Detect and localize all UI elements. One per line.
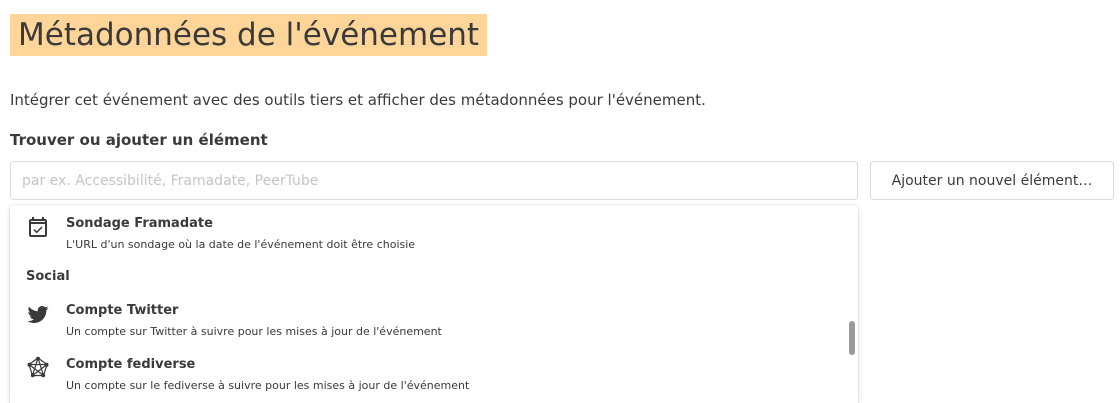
dropdown-scrollbar[interactable] [846,205,858,403]
dropdown-item-description: Un compte sur le fediverse à suivre pour… [66,379,470,392]
dropdown-item-description: L'URL d'un sondage où la date de l'événe… [66,238,416,251]
search-label: Trouver ou ajouter un élément [10,131,268,149]
dropdown-item-title: Compte fediverse [66,357,196,372]
dropdown-group-social: Social [26,269,70,284]
add-new-element-button[interactable]: Ajouter un nouvel élément… [870,161,1114,200]
fediverse-icon [26,356,50,380]
dropdown-item-framadate[interactable]: Sondage Framadate L'URL d'un sondage où … [10,213,840,263]
calendar-check-icon [26,215,50,239]
section-description: Intégrer cet événement avec des outils t… [10,91,706,109]
autocomplete-dropdown: Sondage Framadate L'URL d'un sondage où … [10,205,858,403]
dropdown-item-fediverse[interactable]: Compte fediverse Un compte sur le fedive… [10,354,840,403]
dropdown-item-title: Sondage Framadate [66,216,213,231]
dropdown-item-twitter[interactable]: Compte Twitter Un compte sur Twitter à s… [10,300,840,350]
twitter-icon [26,302,50,326]
dropdown-item-description: Un compte sur Twitter à suivre pour les … [66,325,442,338]
search-input[interactable] [10,161,858,200]
scrollbar-thumb[interactable] [849,321,855,355]
page-title: Métadonnées de l'événement [10,14,488,56]
dropdown-item-title: Compte Twitter [66,303,179,318]
